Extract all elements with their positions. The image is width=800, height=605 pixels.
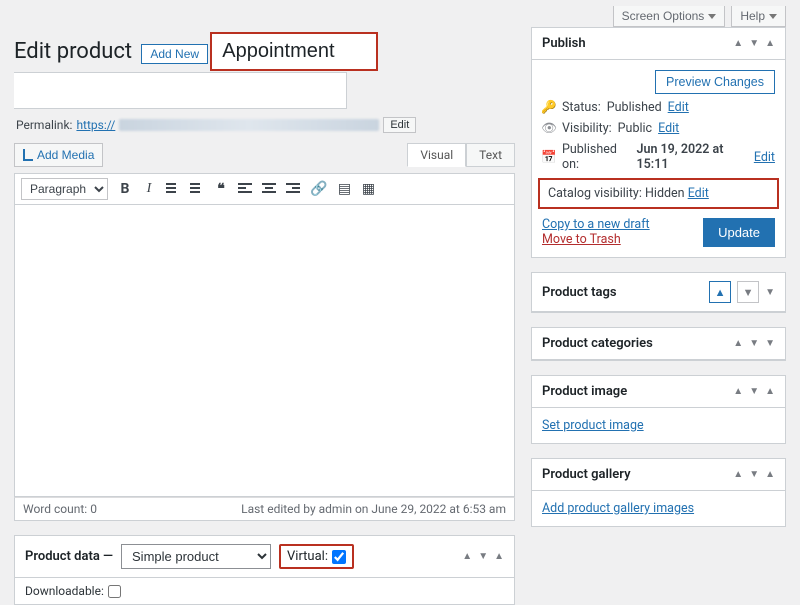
eye-icon: 👁	[542, 121, 556, 136]
help-button[interactable]: Help	[731, 6, 786, 27]
media-icon	[23, 149, 33, 161]
chevron-up-icon[interactable]: ▲	[709, 281, 731, 303]
product-tags-title: Product tags	[542, 285, 617, 300]
add-gallery-images-link[interactable]: Add product gallery images	[542, 501, 694, 516]
align-right-button[interactable]	[286, 183, 300, 195]
chevron-up-icon[interactable]: ▲	[733, 386, 743, 397]
add-new-button[interactable]: Add New	[141, 44, 208, 64]
align-center-button[interactable]	[262, 183, 276, 195]
paragraph-select[interactable]: Paragraph	[21, 178, 108, 200]
title-input-wrap	[211, 33, 376, 70]
permalink-row: Permalink: https:// Edit	[16, 117, 513, 133]
published-label: Published on:	[562, 142, 631, 172]
bold-button[interactable]: B	[118, 182, 132, 196]
virtual-option: Virtual:	[279, 544, 354, 569]
editor-toolbar: Paragraph B I ❝ 🔗 ▤ ▦	[14, 173, 515, 205]
permalink-edit-button[interactable]: Edit	[383, 117, 416, 133]
copy-to-draft-link[interactable]: Copy to a new draft	[542, 217, 650, 232]
chevron-up-icon[interactable]: ▲	[462, 551, 472, 562]
set-product-image-link[interactable]: Set product image	[542, 418, 644, 433]
chevron-down-icon[interactable]: ▼	[749, 386, 759, 397]
chevron-down-icon[interactable]: ▼	[737, 281, 759, 303]
screen-options-label: Screen Options	[622, 9, 705, 23]
chevron-up-toggle-icon[interactable]: ▲	[765, 38, 775, 49]
visibility-label: Visibility:	[562, 121, 612, 136]
visibility-edit-link[interactable]: Edit	[658, 121, 679, 136]
content-editor[interactable]	[14, 205, 515, 497]
permalink-link[interactable]: https://	[76, 118, 115, 132]
product-title-input-ext[interactable]	[14, 73, 346, 108]
toolbar-toggle-button[interactable]: ▦	[361, 182, 375, 196]
product-gallery-title: Product gallery	[542, 467, 631, 482]
bullet-list-button[interactable]	[166, 183, 180, 195]
word-count: Word count: 0	[23, 502, 97, 516]
page-title: Edit product	[14, 39, 132, 64]
chevron-up-toggle-icon[interactable]: ▲	[494, 551, 504, 562]
product-data-handles: ▲ ▼ ▲	[462, 551, 504, 562]
product-gallery-box: Product gallery ▲ ▼ ▲ Add product galler…	[531, 458, 786, 527]
catalog-value: Hidden	[645, 186, 685, 201]
catalog-edit-link[interactable]: Edit	[688, 186, 709, 201]
product-image-box: Product image ▲ ▼ ▲ Set product image	[531, 375, 786, 444]
chevron-up-toggle-icon[interactable]: ▲	[765, 469, 775, 480]
caret-down-icon	[708, 14, 716, 19]
chevron-down-toggle-icon[interactable]: ▼	[765, 287, 775, 298]
last-edited: Last edited by admin on June 29, 2022 at…	[241, 502, 506, 516]
numbered-list-button[interactable]	[190, 183, 204, 195]
product-tags-box: Product tags ▲ ▼ ▼	[531, 272, 786, 313]
chevron-down-icon[interactable]: ▼	[749, 38, 759, 49]
visibility-value: Public	[618, 121, 652, 136]
chevron-up-toggle-icon[interactable]: ▲	[765, 386, 775, 397]
downloadable-checkbox[interactable]	[108, 585, 121, 598]
preview-changes-button[interactable]: Preview Changes	[655, 70, 775, 94]
chevron-down-toggle-icon[interactable]: ▼	[765, 338, 775, 349]
virtual-checkbox[interactable]	[332, 550, 346, 564]
published-edit-link[interactable]: Edit	[754, 150, 775, 165]
caret-down-icon	[769, 14, 777, 19]
move-to-trash-link[interactable]: Move to Trash	[542, 232, 621, 247]
permalink-label: Permalink:	[16, 118, 72, 132]
chevron-down-icon[interactable]: ▼	[749, 469, 759, 480]
chevron-up-icon[interactable]: ▲	[733, 469, 743, 480]
catalog-visibility-row: Catalog visibility: Hidden Edit	[538, 178, 779, 209]
chevron-down-icon[interactable]: ▼	[478, 551, 488, 562]
product-data-heading: Product data —	[25, 549, 113, 564]
calendar-icon: 📅	[542, 150, 556, 165]
pin-icon: 🔑	[542, 100, 556, 115]
italic-button[interactable]: I	[142, 182, 156, 196]
tab-text[interactable]: Text	[466, 143, 515, 167]
editor-status-bar: Word count: 0 Last edited by admin on Ju…	[14, 497, 515, 521]
help-label: Help	[740, 9, 765, 23]
publish-box: Publish ▲ ▼ ▲ Preview Changes 🔑 Status: …	[531, 27, 786, 258]
product-categories-title: Product categories	[542, 336, 653, 351]
add-media-button[interactable]: Add Media	[14, 143, 103, 167]
screen-options-button[interactable]: Screen Options	[613, 6, 726, 27]
product-type-select[interactable]: Simple product	[121, 544, 271, 569]
chevron-down-icon[interactable]: ▼	[749, 338, 759, 349]
status-label: Status:	[562, 100, 601, 115]
published-value: Jun 19, 2022 at 15:11	[637, 142, 748, 172]
chevron-up-icon[interactable]: ▲	[733, 38, 743, 49]
product-categories-box: Product categories ▲ ▼ ▼	[531, 327, 786, 361]
downloadable-label: Downloadable:	[25, 584, 104, 598]
more-button[interactable]: ▤	[337, 182, 351, 196]
product-data-box: Product data — Simple product Virtual: ▲…	[14, 535, 515, 605]
add-media-label: Add Media	[37, 148, 94, 162]
publish-box-title: Publish	[542, 36, 586, 51]
link-button[interactable]: 🔗	[310, 182, 327, 196]
status-value: Published	[607, 100, 662, 115]
permalink-blurred	[119, 119, 379, 131]
tab-visual[interactable]: Visual	[407, 143, 466, 167]
status-edit-link[interactable]: Edit	[668, 100, 689, 115]
chevron-up-icon[interactable]: ▲	[733, 338, 743, 349]
blockquote-button[interactable]: ❝	[214, 182, 228, 196]
product-image-title: Product image	[542, 384, 627, 399]
update-button[interactable]: Update	[703, 218, 775, 247]
product-title-input[interactable]	[212, 34, 375, 69]
catalog-label: Catalog visibility:	[548, 186, 642, 201]
virtual-label: Virtual:	[287, 549, 328, 564]
align-left-button[interactable]	[238, 183, 252, 195]
